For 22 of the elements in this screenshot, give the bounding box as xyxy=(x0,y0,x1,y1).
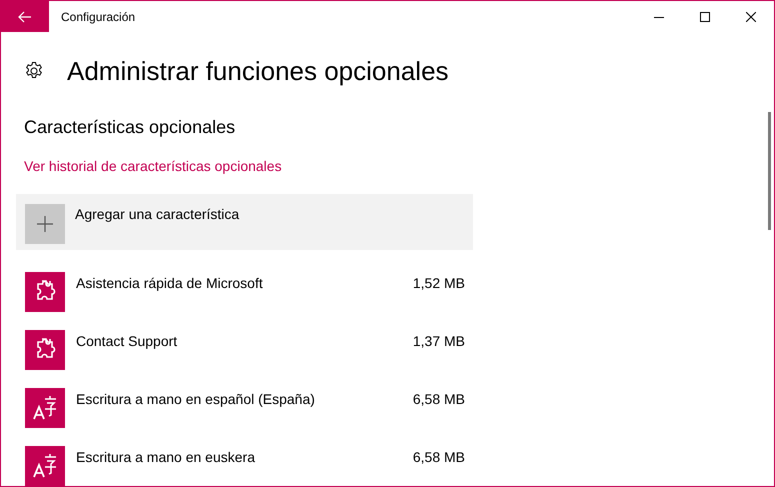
feature-size: 6,58 MB xyxy=(412,448,465,467)
feature-name[interactable]: Escritura a mano en euskera xyxy=(76,447,255,468)
back-arrow-icon xyxy=(18,10,32,22)
close-icon xyxy=(746,12,756,22)
window-title: Configuración xyxy=(61,8,136,26)
scrollbar[interactable] xyxy=(768,112,771,230)
character-icon xyxy=(25,388,65,428)
plus-icon xyxy=(25,204,65,244)
feature-size: 1,37 MB xyxy=(412,332,465,351)
puzzle-piece-icon xyxy=(25,330,65,370)
feature-size: 6,58 MB xyxy=(412,390,465,409)
feature-size: 1,52 MB xyxy=(412,274,465,293)
history-link[interactable]: Ver historial de características opcionales xyxy=(24,159,282,173)
feature-name[interactable]: Asistencia rápida de Microsoft xyxy=(76,273,263,294)
section-title: Características opcionales xyxy=(24,118,236,136)
feature-name[interactable]: Contact Support xyxy=(76,331,178,352)
settings-icon xyxy=(24,61,44,81)
page-title: Administrar funciones opcionales xyxy=(67,58,449,84)
add-feature-button[interactable]: Agregar una característica xyxy=(16,194,473,250)
maximize-icon xyxy=(700,12,710,22)
puzzle-piece-icon xyxy=(25,272,65,312)
feature-name[interactable]: Escritura a mano en español (España) xyxy=(76,389,315,410)
